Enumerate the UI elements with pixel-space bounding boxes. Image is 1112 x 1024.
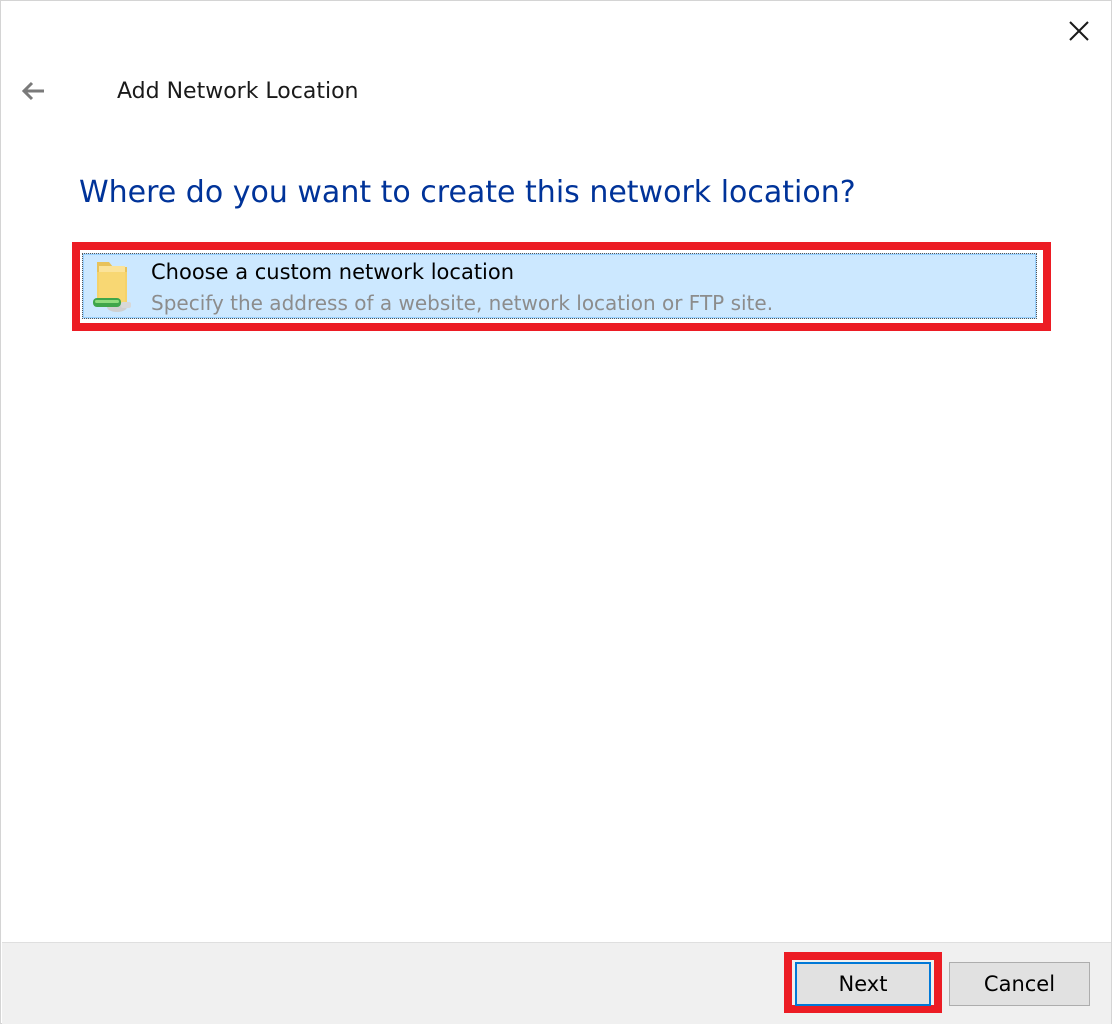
back-arrow-icon xyxy=(21,81,44,101)
close-icon xyxy=(1069,21,1089,41)
next-button[interactable]: Next xyxy=(795,962,931,1006)
option-description: Specify the address of a website, networ… xyxy=(151,291,774,315)
network-folder-icon xyxy=(93,262,131,312)
window-title: Add Network Location xyxy=(117,79,359,104)
option-title: Choose a custom network location xyxy=(151,260,515,284)
close-button[interactable] xyxy=(1059,13,1099,49)
page-heading: Where do you want to create this network… xyxy=(79,175,856,210)
option-custom-network-location[interactable]: Choose a custom network location Specify… xyxy=(82,253,1037,319)
wizard-footer xyxy=(2,942,1111,1024)
cancel-button[interactable]: Cancel xyxy=(949,962,1090,1006)
add-network-location-wizard: Add Network Location Where do you want t… xyxy=(0,0,1112,1024)
back-button[interactable] xyxy=(13,73,53,109)
